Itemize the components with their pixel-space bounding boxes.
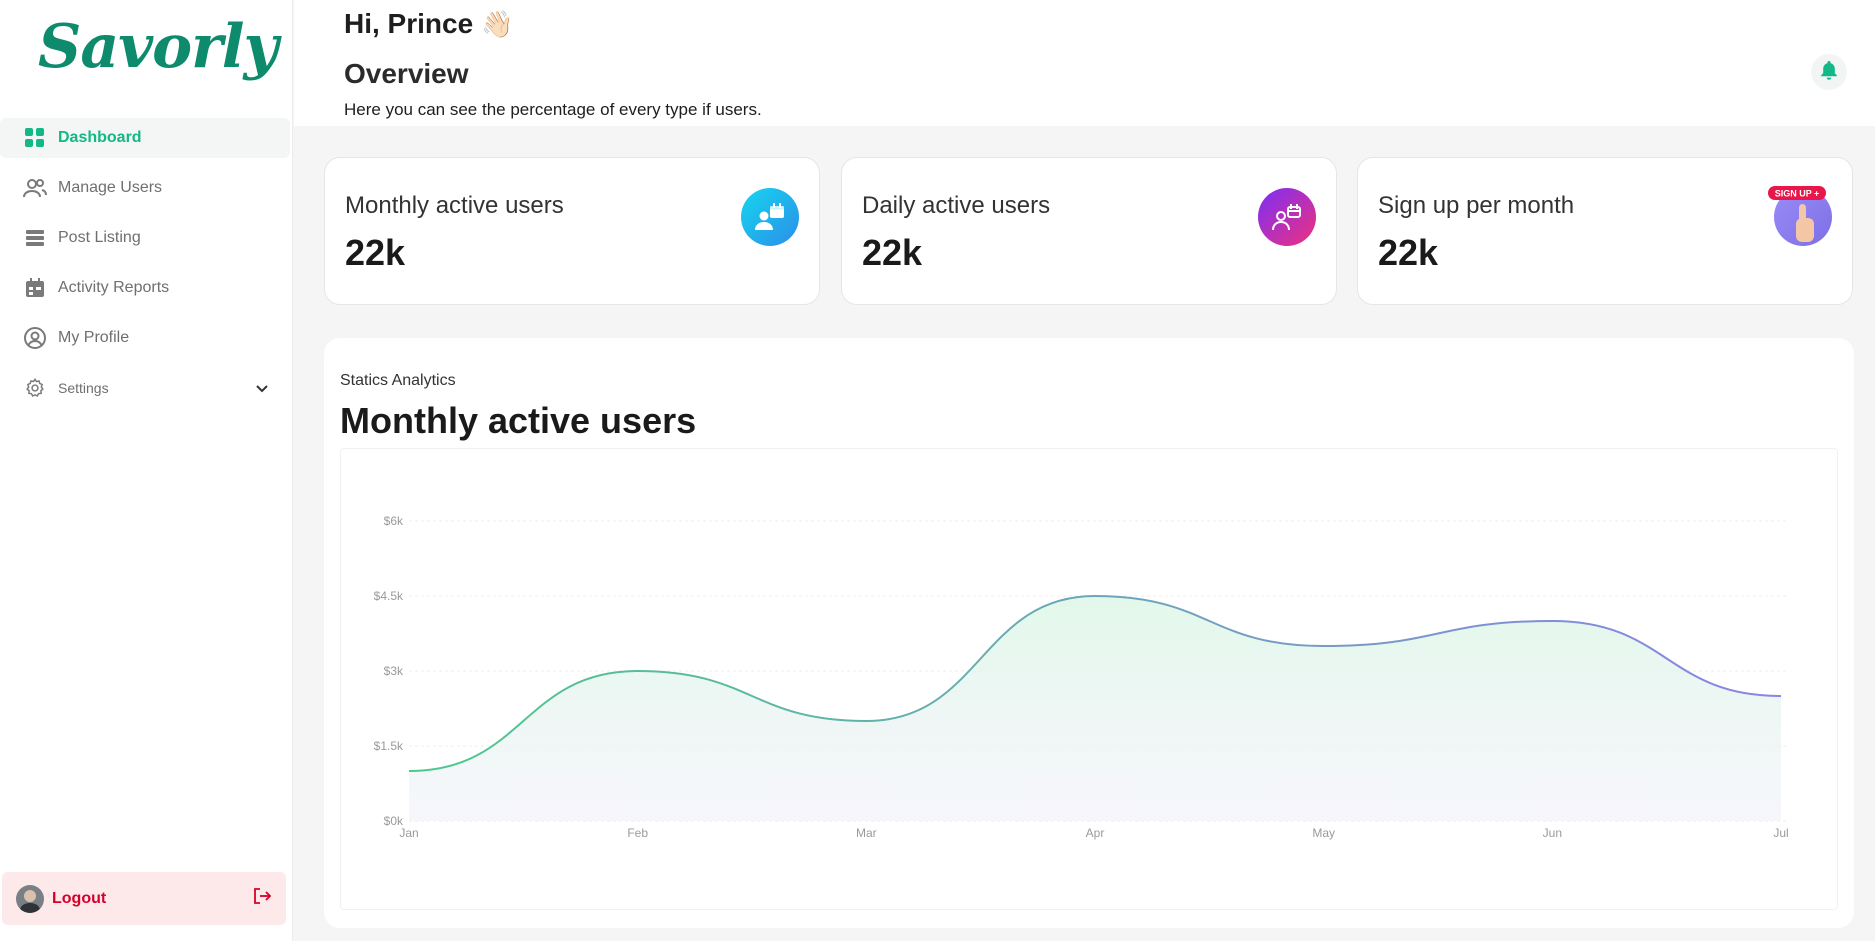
x-tick-label: Jul xyxy=(1773,826,1788,840)
sidebar-item-label: Dashboard xyxy=(58,129,142,146)
y-tick-label: $1.5k xyxy=(374,739,404,753)
stat-value: 22k xyxy=(862,232,923,273)
sidebar-item-settings[interactable]: Settings xyxy=(0,368,290,408)
sidebar-item-label: Post Listing xyxy=(58,229,141,246)
greeting: Hi, Prince 👋🏻 xyxy=(344,8,514,40)
page-header: Hi, Prince 👋🏻 Overview Here you can see t… xyxy=(294,0,1875,126)
stat-label: Sign up per month xyxy=(1378,192,1575,219)
y-tick-label: $4.5k xyxy=(374,589,404,603)
user-calendar-icon xyxy=(1258,188,1316,246)
y-tick-label: $3k xyxy=(384,664,404,678)
x-tick-label: Jan xyxy=(399,826,418,840)
data-point xyxy=(1321,643,1327,649)
data-point xyxy=(1778,693,1784,699)
data-point xyxy=(1549,618,1555,624)
sidebar-item-dashboard[interactable]: Dashboard xyxy=(0,118,290,158)
x-tick-label: Feb xyxy=(627,826,648,840)
sidebar-item-my-profile[interactable]: My Profile xyxy=(0,318,290,358)
sidebar-item-label: Manage Users xyxy=(58,179,163,196)
users-icon xyxy=(22,175,48,201)
svg-text:SIGN UP +: SIGN UP + xyxy=(1775,189,1820,199)
stat-value: 22k xyxy=(1378,232,1439,273)
sidebar-item-activity-reports[interactable]: Activity Reports xyxy=(0,268,290,308)
sidebar-item-manage-users[interactable]: Manage Users xyxy=(0,168,290,208)
panel-subtitle: Statics Analytics xyxy=(340,372,456,389)
chevron-down-icon[interactable] xyxy=(256,380,268,396)
signup-icon: SIGN UP + xyxy=(1768,186,1832,246)
series-area xyxy=(409,596,1781,821)
x-tick-label: May xyxy=(1312,826,1335,840)
stat-card-signup: Sign up per month 22k SIGN UP + xyxy=(1357,157,1853,305)
stat-card-daily-active: Daily active users 22k xyxy=(841,157,1337,305)
brand-logo[interactable]: Savorly xyxy=(38,12,278,82)
panel-title: Monthly active users xyxy=(340,400,697,441)
logout-label: Logout xyxy=(52,889,107,907)
sidebar-item-label: Activity Reports xyxy=(58,279,170,296)
gear-icon xyxy=(22,375,48,401)
notification-button[interactable] xyxy=(1811,54,1847,90)
calendar-icon xyxy=(22,275,48,301)
page-subtitle: Here you can see the percentage of every… xyxy=(344,100,762,119)
avatar xyxy=(16,884,44,913)
logout-icon xyxy=(252,887,272,910)
x-tick-label: Apr xyxy=(1086,826,1105,840)
stat-card-monthly-active: Monthly active users 22k xyxy=(324,157,820,305)
y-tick-label: $6k xyxy=(384,514,404,528)
page-title: Overview xyxy=(344,58,469,89)
analytics-panel: Statics Analytics Monthly active users $… xyxy=(324,338,1854,928)
greeting-text: Hi, Prince xyxy=(344,8,474,39)
bell-icon xyxy=(1820,60,1838,85)
sidebar-item-label: Settings xyxy=(58,380,109,396)
sidebar-nav: Dashboard Manage Users Post Listing Acti… xyxy=(0,118,290,418)
stat-value: 22k xyxy=(345,232,406,273)
data-point xyxy=(406,768,412,774)
list-icon xyxy=(22,225,48,251)
x-tick-label: Jun xyxy=(1543,826,1562,840)
stat-label: Daily active users xyxy=(862,192,1051,219)
sidebar: Savorly Dashboard Manage Users Post List… xyxy=(0,0,293,941)
x-tick-label: Mar xyxy=(856,826,877,840)
wave-emoji: 👋🏻 xyxy=(481,9,514,39)
sidebar-item-post-listing[interactable]: Post Listing xyxy=(0,218,290,258)
user-calendar-icon xyxy=(741,188,799,246)
stat-label: Monthly active users xyxy=(345,192,564,219)
sidebar-item-label: My Profile xyxy=(58,329,130,346)
grid-icon xyxy=(22,125,48,151)
logout-button[interactable]: Logout xyxy=(2,872,286,925)
data-point xyxy=(635,668,641,674)
area-chart: $0k $1.5k $3k $4.5k $6k Jan Feb Mar Apr May Jun Jul xyxy=(340,448,1838,910)
data-point xyxy=(863,718,869,724)
data-point xyxy=(1092,593,1098,599)
chart-svg: $0k$1.5k$3k$4.5k$6kJan Feb Mar Apr May Jun Jul xyxy=(374,514,1789,840)
user-circle-icon xyxy=(22,325,48,351)
